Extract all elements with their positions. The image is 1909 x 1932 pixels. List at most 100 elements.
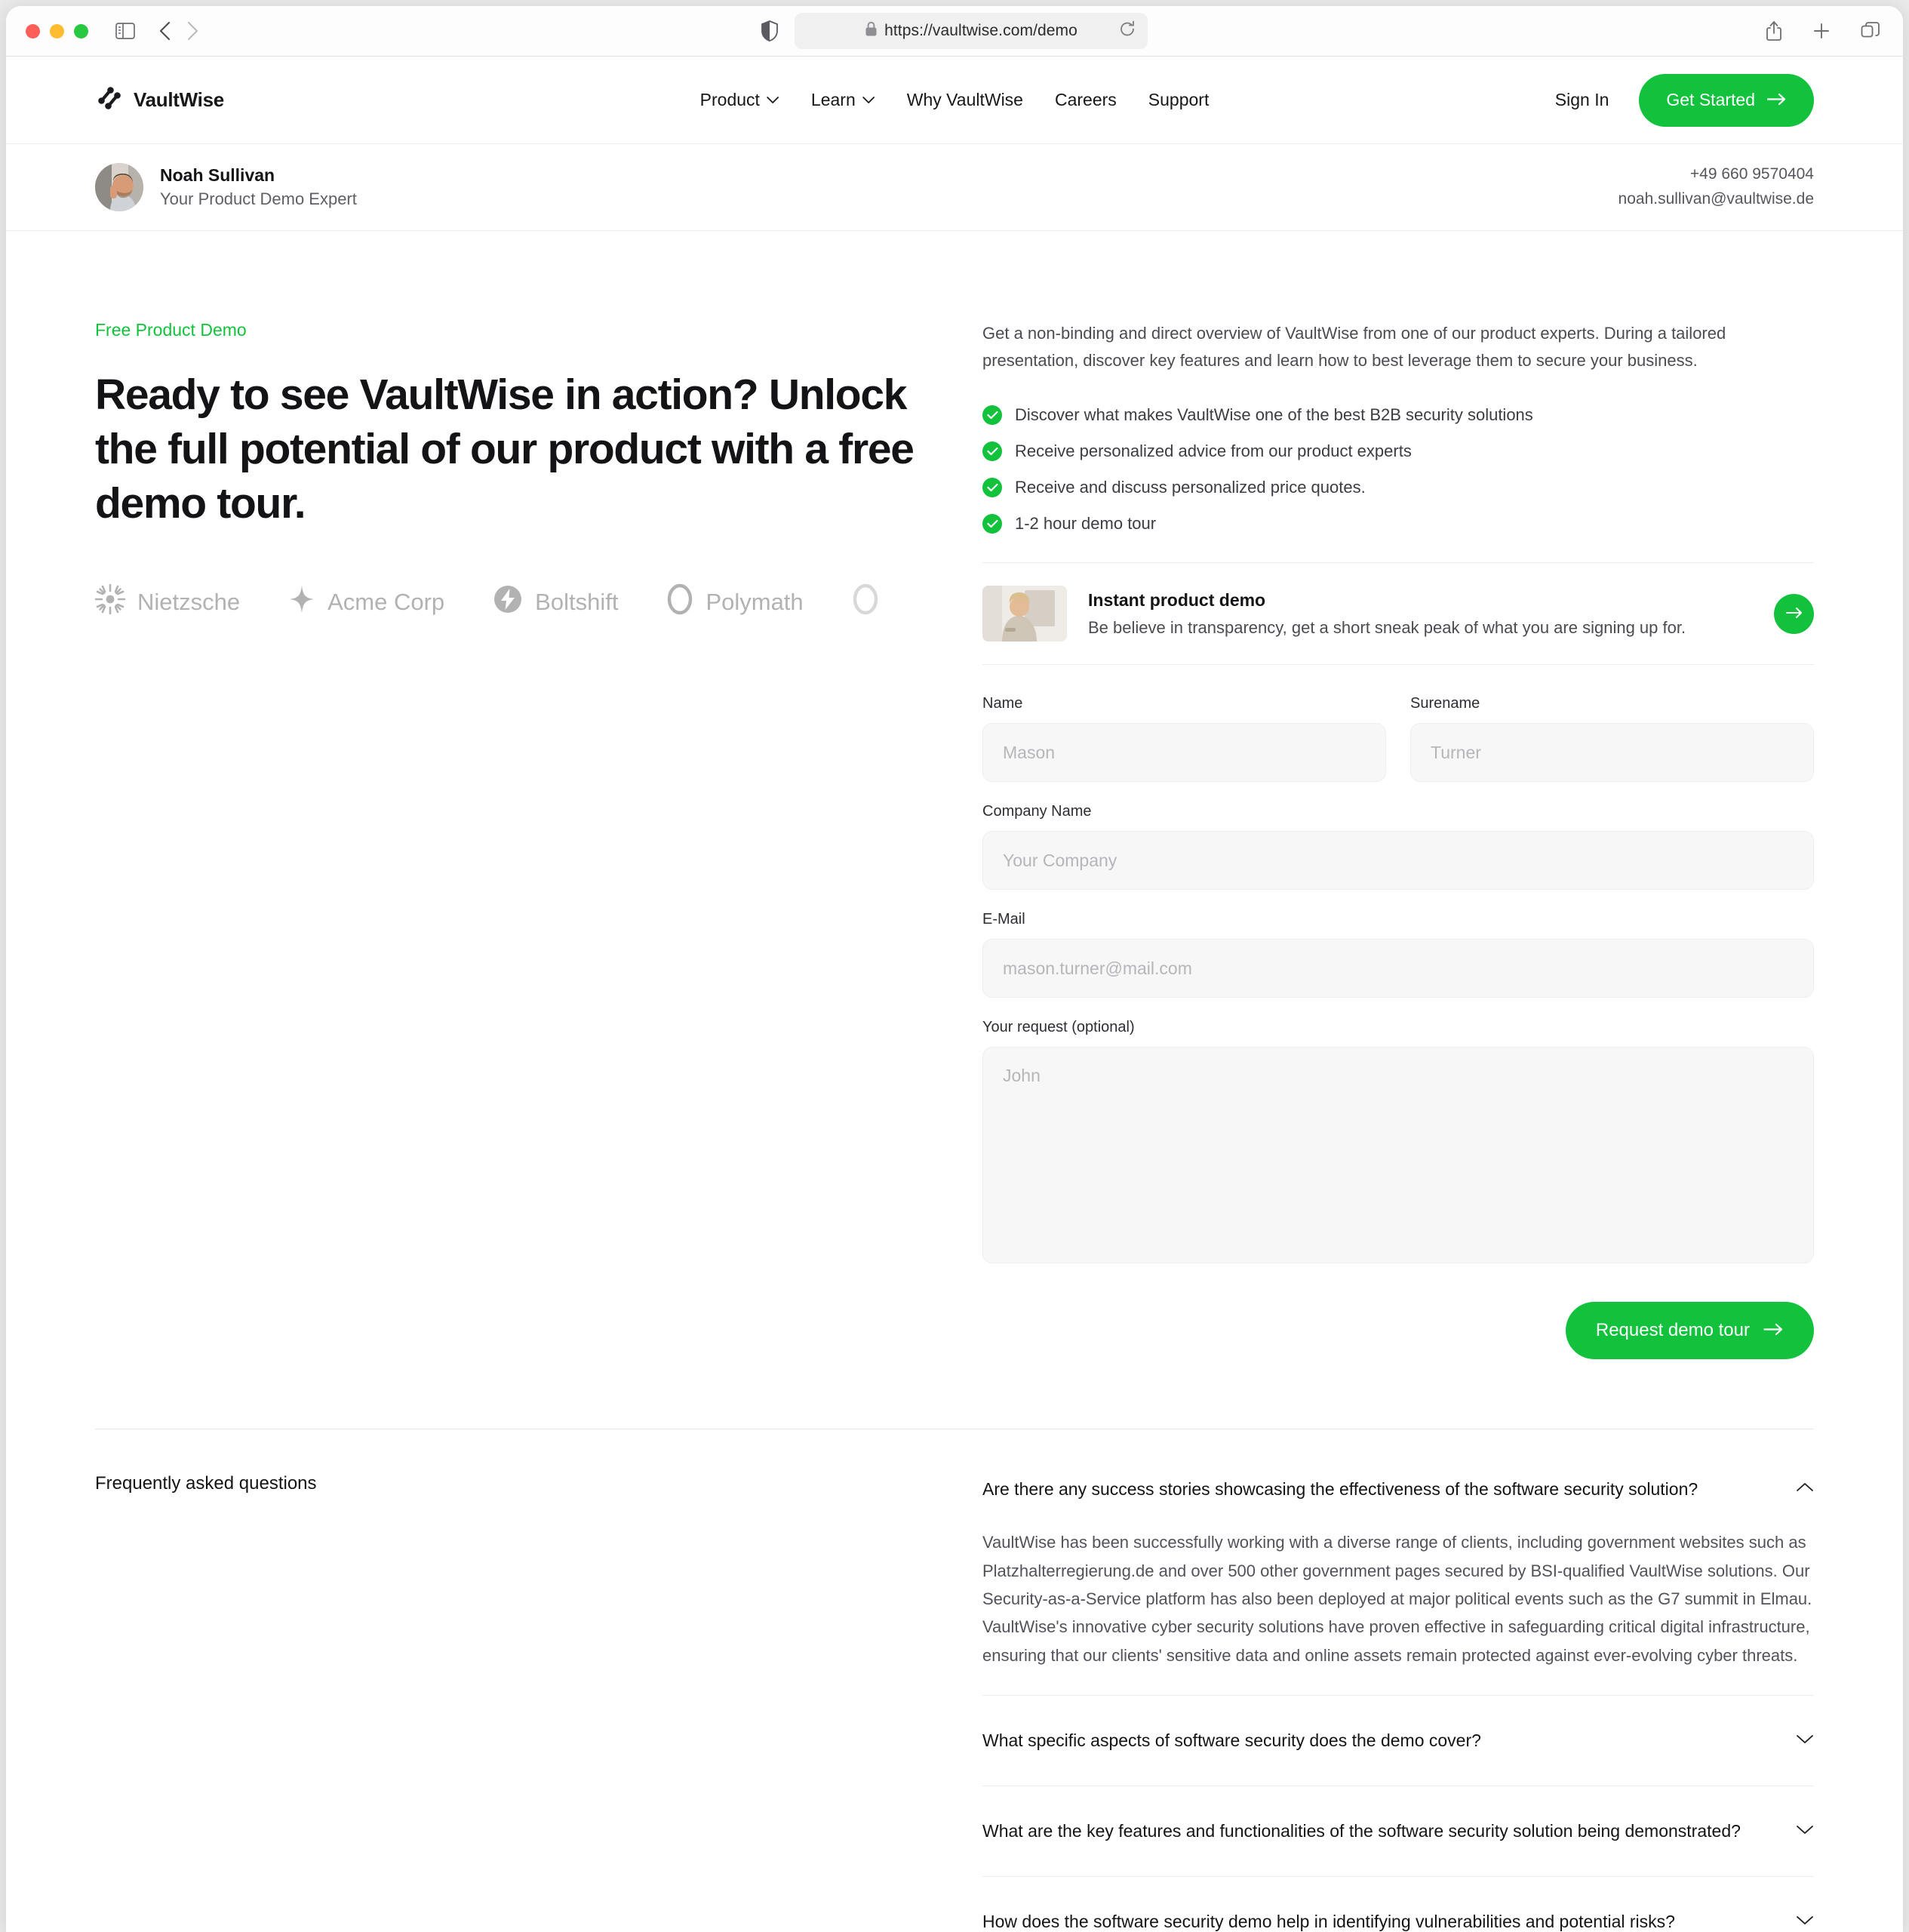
bolt-circle-icon (493, 584, 523, 620)
nav-item-product[interactable]: Product (700, 90, 779, 110)
benefit-label: 1-2 hour demo tour (1015, 514, 1157, 534)
client-logo-next-partial (852, 583, 879, 621)
nav-item-careers[interactable]: Careers (1055, 90, 1117, 110)
request-demo-tour-button[interactable]: Request demo tour (1565, 1302, 1814, 1360)
company-label: Company Name (982, 803, 1092, 820)
arrow-right-icon (1763, 1320, 1784, 1341)
ring-icon (852, 583, 879, 621)
submit-label: Request demo tour (1595, 1320, 1750, 1341)
expert-identity: Noah Sullivan Your Product Demo Expert (95, 163, 357, 211)
faq-question-toggle[interactable]: Are there any success stories showcasing… (982, 1473, 1814, 1515)
faq-question-toggle[interactable]: What specific aspects of software securi… (982, 1696, 1814, 1786)
form-actions: Request demo tour (982, 1302, 1814, 1360)
list-item: Receive personalized advice from our pro… (982, 441, 1814, 462)
brand-logo[interactable]: VaultWise (95, 84, 224, 116)
lock-icon (865, 21, 878, 41)
chevron-down-icon[interactable] (1796, 1915, 1814, 1929)
surname-input[interactable] (1410, 723, 1814, 783)
get-started-button[interactable]: Get Started (1639, 73, 1814, 127)
share-icon[interactable] (1766, 20, 1782, 42)
company-input[interactable] (982, 831, 1814, 891)
request-label: Your request (optional) (982, 1019, 1135, 1036)
sidebar-toggle-icon[interactable] (115, 23, 135, 39)
client-logo-label: Boltshift (535, 589, 619, 616)
surname-field-group: Surename (1410, 695, 1814, 783)
check-icon (982, 405, 1002, 426)
page-title: Ready to see VaultWise in action? Unlock… (95, 371, 915, 528)
sunburst-icon (95, 584, 126, 620)
expert-name: Noah Sullivan (160, 165, 275, 185)
expert-phone[interactable]: +49 660 9570404 (1618, 162, 1814, 187)
forward-chevron-icon[interactable] (185, 20, 200, 42)
avatar (95, 163, 143, 211)
main-navigation: Product Learn Why VaultWise Careers Supp… (700, 90, 1210, 110)
ring-icon (666, 583, 693, 621)
tab-overview-icon[interactable] (1861, 21, 1880, 41)
faq-question-toggle[interactable]: What are the key features and functional… (982, 1786, 1814, 1876)
client-logo-nietzsche: Nietzsche (95, 584, 240, 620)
sign-in-link[interactable]: Sign In (1555, 90, 1609, 110)
request-field-group: Your request (optional) (982, 1019, 1814, 1267)
faq-item: What specific aspects of software securi… (982, 1696, 1814, 1787)
expert-email[interactable]: noah.sullivan@vaultwise.de (1618, 187, 1814, 212)
arrow-right-icon (1785, 607, 1803, 621)
arrow-right-icon (1766, 90, 1787, 110)
brand-name: VaultWise (134, 88, 224, 111)
faq-heading-column: Frequently asked questions (95, 1473, 955, 1932)
list-item: Receive and discuss personalized price q… (982, 478, 1814, 498)
close-window-button[interactable] (26, 23, 40, 38)
browser-toolbar-right (1766, 20, 1880, 42)
url-input[interactable]: https://vaultwise.com/demo (795, 13, 1148, 49)
get-started-label: Get Started (1666, 90, 1755, 109)
shield-icon[interactable] (761, 20, 778, 42)
plus-icon[interactable] (1812, 22, 1831, 40)
hero-section: Free Product Demo Ready to see VaultWise… (6, 231, 1903, 1360)
client-logo-label: Nietzsche (137, 589, 241, 616)
name-field-group: Name (982, 695, 1386, 783)
client-logo-acme-corp: Acme Corp (288, 584, 444, 620)
four-point-star-icon (288, 584, 315, 620)
hero-left-column: Free Product Demo Ready to see VaultWise… (95, 320, 955, 1359)
email-input[interactable] (982, 939, 1814, 998)
navigation-arrows (158, 20, 200, 42)
intro-paragraph: Get a non-binding and direct overview of… (982, 324, 1726, 370)
expert-text: Noah Sullivan Your Product Demo Expert (160, 165, 357, 209)
url-text: https://vaultwise.com/demo (884, 22, 1077, 39)
faq-heading: Frequently asked questions (95, 1473, 317, 1494)
name-input[interactable] (982, 723, 1386, 783)
check-icon (982, 478, 1002, 498)
demo-request-column: Get a non-binding and direct overview of… (955, 320, 1814, 1360)
nav-item-support[interactable]: Support (1148, 90, 1210, 110)
faq-question-text: What specific aspects of software securi… (982, 1730, 1481, 1751)
faq-list: Are there any success stories showcasing… (955, 1473, 1814, 1932)
instant-demo-card[interactable]: Instant product demo Be believe in trans… (982, 562, 1814, 666)
expert-bar: Noah Sullivan Your Product Demo Expert +… (6, 144, 1903, 231)
browser-chrome: https://vaultwise.com/demo (6, 6, 1903, 57)
instant-demo-arrow-button[interactable] (1774, 593, 1814, 634)
browser-window: https://vaultwise.com/demo VaultWise Pro… (6, 6, 1903, 1932)
check-icon (982, 441, 1002, 462)
request-textarea[interactable] (982, 1047, 1814, 1264)
client-logos-strip: Nietzsche Acme Corp Boltshift Polymath (95, 579, 880, 626)
reload-icon[interactable] (1119, 20, 1136, 42)
client-logo-label: Acme Corp (327, 589, 445, 616)
nav-item-learn[interactable]: Learn (811, 90, 875, 110)
faq-question-toggle[interactable]: How does the software security demo help… (982, 1877, 1814, 1932)
minimize-window-button[interactable] (50, 23, 64, 38)
back-chevron-icon[interactable] (158, 20, 173, 42)
chevron-down-icon[interactable] (1796, 1824, 1814, 1838)
chevron-down-icon[interactable] (1796, 1734, 1814, 1748)
demo-request-form: Name Surename Company Name E-Mail (982, 695, 1814, 1360)
name-row: Name Surename (982, 695, 1814, 803)
instant-demo-subtitle: Be believe in transparency, get a short … (1088, 617, 1686, 637)
company-field-group: Company Name (982, 803, 1814, 891)
nav-item-why-vaultwise[interactable]: Why VaultWise (907, 90, 1023, 110)
maximize-window-button[interactable] (74, 23, 88, 38)
chevron-up-icon[interactable] (1796, 1482, 1814, 1497)
list-item: Discover what makes VaultWise one of the… (982, 405, 1814, 426)
instant-demo-title: Instant product demo (1088, 589, 1266, 610)
client-logo-polymath: Polymath (666, 583, 804, 621)
benefits-list: Discover what makes VaultWise one of the… (982, 405, 1814, 534)
benefit-label: Discover what makes VaultWise one of the… (1015, 405, 1533, 425)
email-label: E-Mail (982, 911, 1025, 928)
